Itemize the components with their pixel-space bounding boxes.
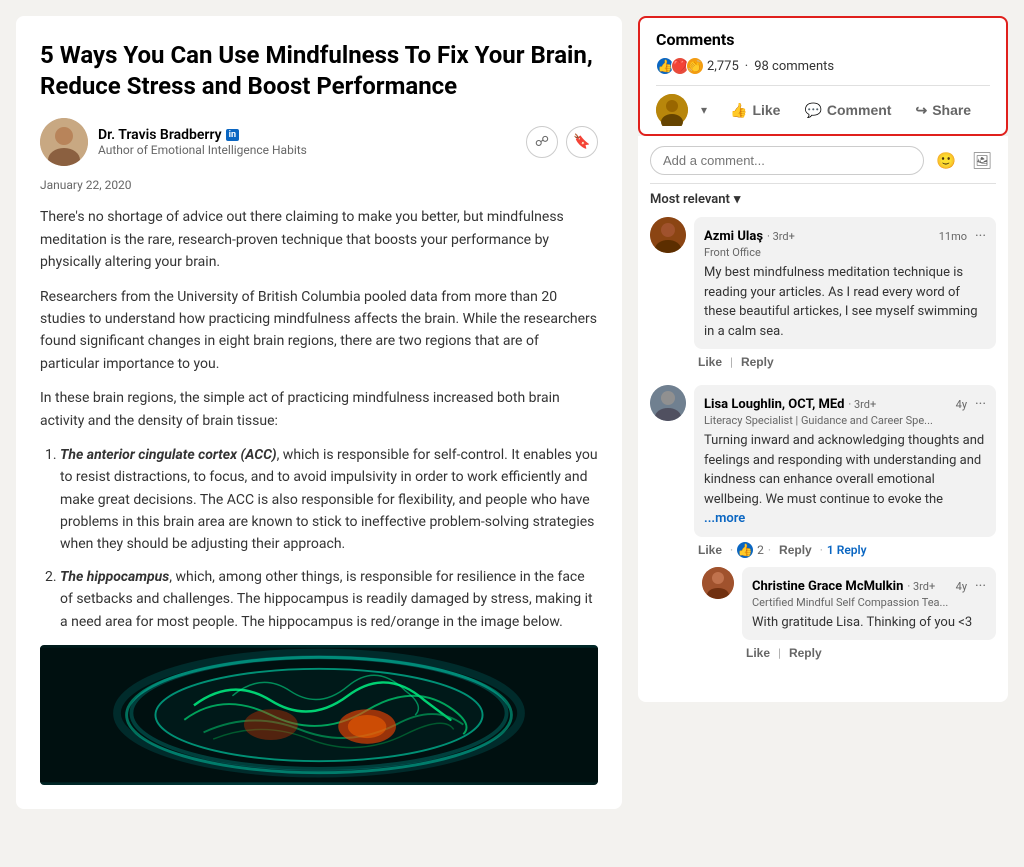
comments-column: Comments 👍 ❤️ 👏 2,775 · 98 comments	[638, 16, 1008, 809]
article-list: The anterior cingulate cortex (ACC), whi…	[40, 444, 598, 633]
comment-more-azmi[interactable]: ···	[975, 228, 986, 244]
share-icon: ↪	[915, 102, 927, 119]
brain-image	[40, 645, 598, 785]
sort-chevron-icon: ▾	[734, 192, 741, 207]
reply-count-lisa[interactable]: 1 Reply	[827, 543, 867, 557]
media-icon[interactable]: 🖼	[968, 147, 996, 175]
share-button[interactable]: ↪ Share	[905, 96, 981, 125]
article-icon-buttons: ☍ 🔖	[526, 126, 598, 158]
reaction-count: 2,775	[707, 59, 739, 74]
action-row: ▾ 👍 Like 💬 Comment ↪ Share	[656, 85, 990, 126]
article-list-item-1: The anterior cingulate cortex (ACC), whi…	[60, 444, 598, 556]
article-para-1: There's no shortage of advice out there …	[40, 206, 598, 273]
comment-actions-azmi: Like | Reply	[694, 353, 996, 371]
reaction-emojis: 👍 ❤️ 👏	[656, 57, 701, 75]
more-link-lisa[interactable]: ...more	[704, 511, 745, 526]
avatar-chevron-button[interactable]: ▾	[692, 98, 716, 122]
comments-header: Comments	[656, 30, 990, 49]
comment-item-lisa: Lisa Loughlin, OCT, MEd · 3rd+ 4y ··· Li…	[650, 385, 996, 676]
comment-more-lisa[interactable]: ···	[975, 396, 986, 412]
comment-icon: 💬	[804, 102, 821, 119]
comment-more-christine[interactable]: ···	[975, 578, 986, 594]
article-list-item-2: The hippocampus, which, among other thin…	[60, 566, 598, 633]
comment-text-lisa: Turning inward and acknowledging thought…	[704, 431, 986, 529]
comment-item-christine: Christine Grace McMulkin · 3rd+ 4y ··· C…	[702, 567, 996, 663]
comment-actions-christine: Like | Reply	[742, 644, 996, 662]
comment-text-christine: With gratitude Lisa. Thinking of you <3	[752, 613, 986, 633]
reactions-row: 👍 ❤️ 👏 2,775 · 98 comments	[656, 57, 990, 75]
comment-time-christine: 4y	[956, 580, 967, 593]
comment-avatar-azmi	[650, 217, 686, 253]
sort-label: Most relevant	[650, 192, 730, 207]
author-section: Dr. Travis Bradberry in Author of Emotio…	[40, 118, 598, 166]
like-action-christine[interactable]: Like	[742, 644, 774, 662]
thumbs-up-small: 👍	[737, 542, 753, 558]
dot-separator: ·	[745, 59, 748, 74]
like-reaction-lisa: 👍 2	[737, 542, 764, 558]
reply-action-azmi[interactable]: Reply	[737, 353, 778, 371]
comment-text-azmi: My best mindfulness meditation technique…	[704, 263, 986, 341]
author-subtitle: Author of Emotional Intelligence Habits	[98, 143, 516, 157]
comment-bubble-christine: Christine Grace McMulkin · 3rd+ 4y ··· C…	[742, 567, 996, 641]
comment-time-lisa: 4y	[956, 398, 967, 411]
linkedin-badge: in	[226, 129, 239, 141]
like-action-lisa[interactable]: Like	[694, 541, 726, 559]
comment-name-azmi: Azmi Ulaş	[704, 229, 763, 244]
like-icon: 👍	[730, 102, 747, 119]
reply-action-christine[interactable]: Reply	[785, 644, 826, 662]
article-body: There's no shortage of advice out there …	[40, 206, 598, 633]
comment-meta-christine: Christine Grace McMulkin · 3rd+ 4y ···	[752, 575, 986, 594]
clap-emoji: 👏	[686, 57, 704, 75]
comment-content-lisa: Lisa Loughlin, OCT, MEd · 3rd+ 4y ··· Li…	[694, 385, 996, 676]
add-comment-row: 🙂 🖼	[650, 136, 996, 184]
comment-button[interactable]: 💬 Comment	[794, 96, 901, 125]
comment-avatar-christine	[702, 567, 734, 599]
comment-name-christine: Christine Grace McMulkin	[752, 579, 903, 594]
comment-avatar-lisa	[650, 385, 686, 421]
article-para-2: Researchers from the University of Briti…	[40, 286, 598, 376]
comments-box: Comments 👍 ❤️ 👏 2,775 · 98 comments	[638, 16, 1008, 136]
comment-title-christine: Certified Mindful Self Compassion Tea...	[752, 596, 986, 609]
comment-title-azmi: Front Office	[704, 246, 986, 259]
article-title: 5 Ways You Can Use Mindfulness To Fix Yo…	[40, 40, 598, 102]
article-container: 5 Ways You Can Use Mindfulness To Fix Yo…	[16, 16, 622, 809]
reply-action-lisa[interactable]: Reply	[775, 541, 816, 559]
comment-title-lisa: Literacy Specialist | Guidance and Caree…	[704, 414, 986, 427]
comment-name-lisa: Lisa Loughlin, OCT, MEd	[704, 397, 844, 412]
comment-item-azmi: Azmi Ulaş · 3rd+ 11mo ··· Front Office M…	[650, 217, 996, 371]
comment-bubble-azmi: Azmi Ulaş · 3rd+ 11mo ··· Front Office M…	[694, 217, 996, 349]
current-user-avatar	[656, 94, 688, 126]
emoji-icon[interactable]: 🙂	[932, 147, 960, 175]
comment-time-azmi: 11mo	[939, 230, 967, 243]
page-wrapper: 5 Ways You Can Use Mindfulness To Fix Yo…	[16, 16, 1008, 809]
comment-meta-azmi: Azmi Ulaş · 3rd+ 11mo ···	[704, 225, 986, 244]
article-date: January 22, 2020	[40, 178, 598, 192]
comment-degree-christine: · 3rd+	[907, 580, 935, 593]
author-name: Dr. Travis Bradberry in	[98, 127, 516, 143]
article-para-3: In these brain regions, the simple act o…	[40, 387, 598, 432]
save-button[interactable]: 🔖	[566, 126, 598, 158]
comment-degree-azmi: · 3rd+	[767, 230, 795, 243]
add-comment-input[interactable]	[650, 146, 924, 175]
like-action-azmi[interactable]: Like	[694, 353, 726, 371]
like-button[interactable]: 👍 Like	[720, 96, 790, 125]
author-avatar	[40, 118, 88, 166]
sort-row[interactable]: Most relevant ▾	[650, 192, 996, 207]
comment-feed: 🙂 🖼 Most relevant ▾	[638, 136, 1008, 702]
comment-meta-lisa: Lisa Loughlin, OCT, MEd · 3rd+ 4y ···	[704, 393, 986, 412]
comment-content-christine: Christine Grace McMulkin · 3rd+ 4y ··· C…	[742, 567, 996, 663]
reading-mode-button[interactable]: ☍	[526, 126, 558, 158]
comment-count: 98 comments	[754, 59, 834, 74]
author-info: Dr. Travis Bradberry in Author of Emotio…	[98, 127, 516, 157]
comment-degree-lisa: · 3rd+	[848, 398, 876, 411]
comment-content-azmi: Azmi Ulaş · 3rd+ 11mo ··· Front Office M…	[694, 217, 996, 371]
comment-actions-lisa: Like · 👍 2 · Reply · 1 Reply	[694, 541, 996, 559]
comment-bubble-lisa: Lisa Loughlin, OCT, MEd · 3rd+ 4y ··· Li…	[694, 385, 996, 537]
